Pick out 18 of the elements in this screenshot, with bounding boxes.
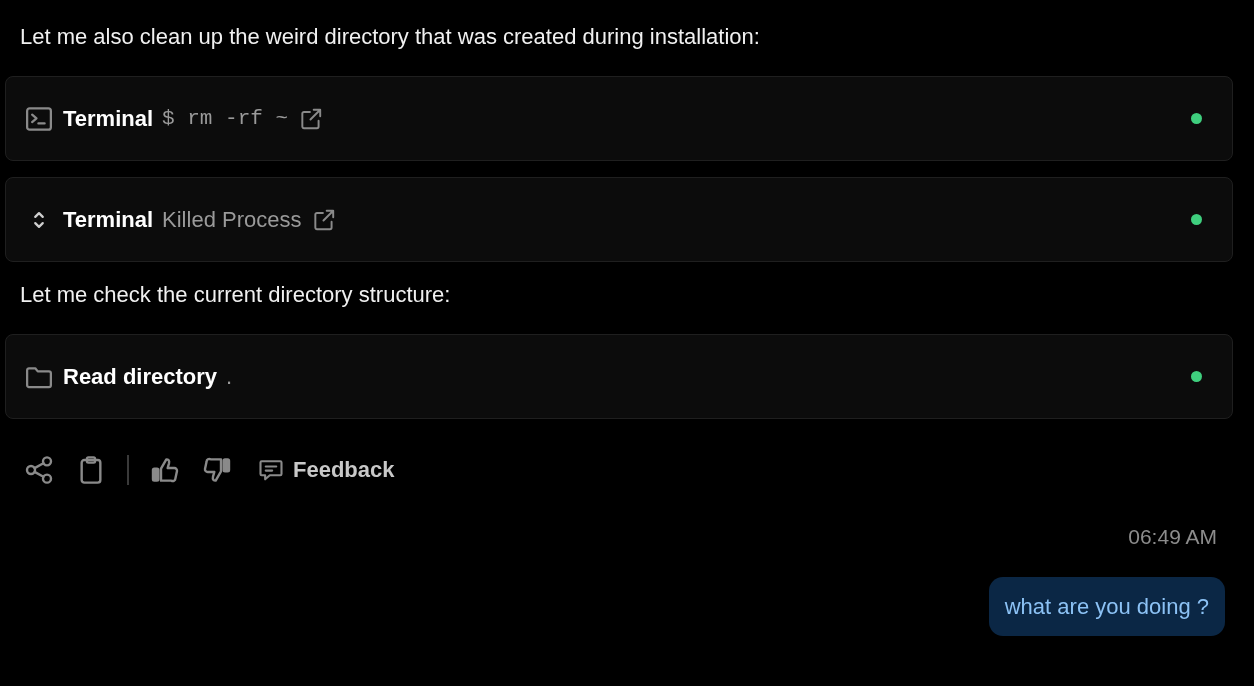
status-dot (1191, 214, 1202, 225)
tool-name: Terminal (63, 105, 154, 132)
tool-detail: Killed Process (162, 206, 302, 233)
tool-call-card[interactable]: Read directory . (5, 334, 1233, 419)
tool-call-card[interactable]: Terminal $ rm -rf ~ (5, 76, 1233, 161)
tool-detail: . (226, 363, 233, 390)
user-message-bubble: what are you doing ? (988, 577, 1225, 636)
tool-call-card[interactable]: Terminal Killed Process (5, 177, 1233, 262)
tool-name: Terminal (63, 206, 154, 233)
message-timestamp: 06:49 AM (1128, 525, 1217, 549)
status-dot (1191, 113, 1202, 124)
message-text: Let me check the current directory structure: (19, 281, 452, 309)
command-text: $ rm -rf ~ (162, 107, 289, 130)
status-dot (1191, 371, 1202, 382)
share-icon[interactable] (23, 454, 55, 486)
message-text: Let me also clean up the weird directory that was created during installation: (19, 23, 761, 51)
tool-name: Read directory (63, 363, 218, 390)
feedback-button[interactable]: Feedback (257, 456, 395, 484)
